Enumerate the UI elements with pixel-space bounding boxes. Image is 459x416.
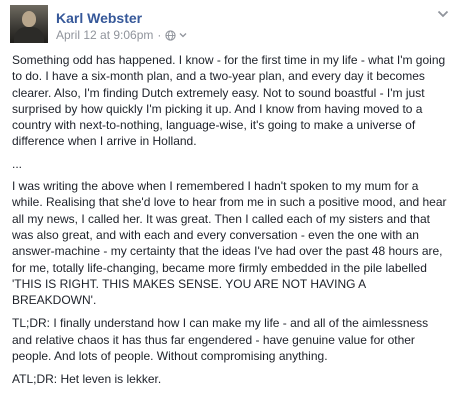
privacy-dropdown-icon[interactable] [179, 31, 187, 39]
avatar[interactable] [10, 5, 48, 43]
author-name[interactable]: Karl Webster [56, 10, 142, 26]
post-paragraph: Something odd has happened. I know - for… [12, 53, 446, 149]
avatar-face [22, 11, 36, 27]
avatar-shoulders [14, 27, 44, 43]
post-paragraph: I was writing the above when I remembere… [12, 179, 447, 308]
post-body: Something odd has happened. I know - for… [12, 52, 448, 394]
post-timestamp[interactable]: April 12 at 9:06pm [56, 28, 153, 42]
facebook-post: Karl Webster April 12 at 9:06pm · Someth… [0, 0, 459, 416]
post-header: Karl Webster April 12 at 9:06pm · [10, 5, 450, 43]
globe-icon[interactable] [165, 29, 177, 41]
meta-separator: · [157, 28, 162, 42]
post-paragraph: ... [12, 156, 23, 171]
post-paragraph: TL;DR: I finally understand how I can ma… [12, 316, 429, 364]
chevron-down-icon[interactable] [436, 7, 450, 21]
post-paragraph: ATL;DR: Het leven is lekker. [12, 372, 162, 387]
post-meta: April 12 at 9:06pm · [56, 28, 187, 42]
